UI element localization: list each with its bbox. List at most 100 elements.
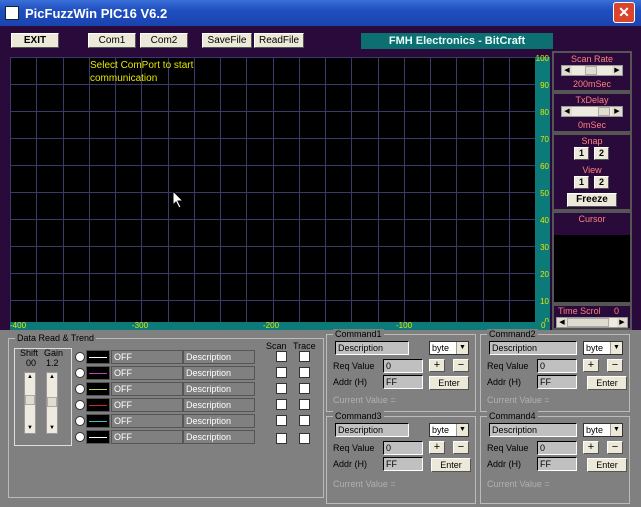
scan-checkbox[interactable]	[276, 383, 287, 394]
chevron-right-icon[interactable]: ▶	[617, 318, 627, 327]
enter-button[interactable]: Enter	[587, 458, 627, 472]
com2-button[interactable]: Com2	[140, 33, 188, 48]
channel-description[interactable]: Description	[183, 350, 255, 364]
enter-button[interactable]: Enter	[429, 376, 469, 390]
slider-thumb[interactable]	[585, 66, 597, 75]
readfile-button[interactable]: ReadFile	[254, 33, 304, 48]
time-scroll-label: Time Scrol	[558, 306, 601, 316]
savefile-button[interactable]: SaveFile	[202, 33, 252, 48]
chevron-down-icon[interactable]: ▼	[610, 424, 622, 436]
gain-slider[interactable]: ▲ ▼	[46, 372, 58, 434]
slider-thumb[interactable]	[47, 397, 57, 407]
slider-thumb[interactable]	[598, 107, 610, 116]
addr-input[interactable]: FF	[383, 457, 423, 471]
enter-button[interactable]: Enter	[431, 458, 471, 472]
scan-rate-panel: Scan Rate ◀ ▶ 200mSec	[552, 51, 632, 92]
req-value-input[interactable]: 0	[537, 441, 577, 455]
req-value-input[interactable]: 0	[383, 441, 423, 455]
com1-button[interactable]: Com1	[88, 33, 136, 48]
command-description[interactable]: Description	[335, 423, 409, 437]
chevron-left-icon[interactable]: ◀	[562, 107, 572, 116]
chevron-up-icon[interactable]: ▲	[25, 373, 35, 382]
chevron-down-icon[interactable]: ▼	[456, 342, 468, 354]
chevron-right-icon[interactable]: ▶	[612, 107, 622, 116]
x-tick-label: 0	[541, 321, 546, 330]
trace-checkbox[interactable]	[299, 367, 310, 378]
scan-checkbox[interactable]	[276, 415, 287, 426]
chevron-down-icon[interactable]: ▼	[610, 342, 622, 354]
command-type-select[interactable]: byte ▼	[583, 341, 623, 355]
txdelay-slider[interactable]: ◀ ▶	[561, 106, 623, 117]
increment-button[interactable]: +	[583, 359, 599, 372]
chevron-right-icon[interactable]: ▶	[612, 66, 622, 75]
channel-radio[interactable]	[75, 368, 85, 378]
view-2-button[interactable]: 2	[594, 176, 609, 189]
channel-description[interactable]: Description	[183, 430, 255, 444]
addr-input[interactable]: FF	[537, 375, 577, 389]
scan-checkbox[interactable]	[276, 367, 287, 378]
trace-checkbox[interactable]	[299, 399, 310, 410]
shift-slider[interactable]: ▲ ▼	[24, 372, 36, 434]
command-description[interactable]: Description	[489, 423, 577, 437]
req-value-input[interactable]: 0	[383, 359, 423, 373]
chevron-up-icon[interactable]: ▲	[47, 373, 57, 382]
cursor-label: Cursor	[578, 214, 606, 224]
time-scroll-value: 0	[614, 306, 620, 316]
channel-state: OFF	[111, 366, 183, 380]
snap-2-button[interactable]: 2	[594, 147, 609, 160]
trend-plot[interactable]: Select ComPort to start communication	[10, 57, 535, 327]
slider-thumb[interactable]	[567, 318, 609, 327]
scan-checkbox[interactable]	[276, 351, 287, 362]
increment-button[interactable]: +	[429, 359, 445, 372]
command-type-select[interactable]: byte ▼	[429, 423, 469, 437]
channel-description[interactable]: Description	[183, 414, 255, 428]
decrement-button[interactable]: −	[607, 359, 623, 372]
chevron-left-icon[interactable]: ◀	[562, 66, 572, 75]
trace-checkbox[interactable]	[299, 351, 310, 362]
snap-1-button[interactable]: 1	[574, 147, 589, 160]
chevron-down-icon[interactable]: ▼	[47, 424, 57, 433]
channel-radio[interactable]	[75, 400, 85, 410]
chevron-down-icon[interactable]: ▼	[456, 424, 468, 436]
enter-button[interactable]: Enter	[587, 376, 627, 390]
command1-frame: Command1 Description byte ▼ Req Value 0 +…	[326, 329, 476, 412]
command-type-select[interactable]: byte ▼	[429, 341, 469, 355]
chevron-left-icon[interactable]: ◀	[557, 318, 567, 327]
y-tick-label: 100	[535, 54, 549, 63]
slider-thumb[interactable]	[25, 395, 35, 405]
view-1-button[interactable]: 1	[574, 176, 589, 189]
exit-button[interactable]: EXIT	[11, 33, 59, 48]
scan-rate-slider[interactable]: ◀ ▶	[561, 65, 623, 76]
trace-checkbox[interactable]	[299, 415, 310, 426]
channel-description[interactable]: Description	[183, 382, 255, 396]
scan-checkbox[interactable]	[276, 399, 287, 410]
command-type-select[interactable]: byte ▼	[583, 423, 623, 437]
channel-radio[interactable]	[75, 432, 85, 442]
addr-input[interactable]: FF	[537, 457, 577, 471]
channel-radio[interactable]	[75, 384, 85, 394]
scan-checkbox[interactable]	[276, 433, 287, 444]
increment-button[interactable]: +	[429, 441, 445, 454]
command-description[interactable]: Description	[335, 341, 409, 355]
freeze-button[interactable]: Freeze	[567, 193, 617, 207]
increment-button[interactable]: +	[583, 441, 599, 454]
decrement-button[interactable]: −	[453, 359, 469, 372]
decrement-button[interactable]: −	[453, 441, 469, 454]
channel-radio[interactable]	[75, 416, 85, 426]
chevron-down-icon[interactable]: ▼	[25, 424, 35, 433]
channel-description[interactable]: Description	[183, 366, 255, 380]
trace-checkbox[interactable]	[299, 433, 310, 444]
time-scroll-slider[interactable]: ◀ ▶	[556, 317, 628, 328]
decrement-button[interactable]: −	[607, 441, 623, 454]
req-value-input[interactable]: 0	[537, 359, 577, 373]
trace-color-line	[89, 357, 107, 358]
addr-input[interactable]: FF	[383, 375, 423, 389]
close-button[interactable]: ✕	[613, 2, 635, 23]
gain-value: 1.2	[46, 358, 59, 368]
window-title: PicFuzzWin PIC16 V6.2	[25, 5, 168, 21]
command4-frame: Command4 Description byte ▼ Req Value 0 +…	[480, 411, 630, 504]
command-description[interactable]: Description	[489, 341, 577, 355]
trace-checkbox[interactable]	[299, 383, 310, 394]
channel-description[interactable]: Description	[183, 398, 255, 412]
channel-radio[interactable]	[75, 352, 85, 362]
